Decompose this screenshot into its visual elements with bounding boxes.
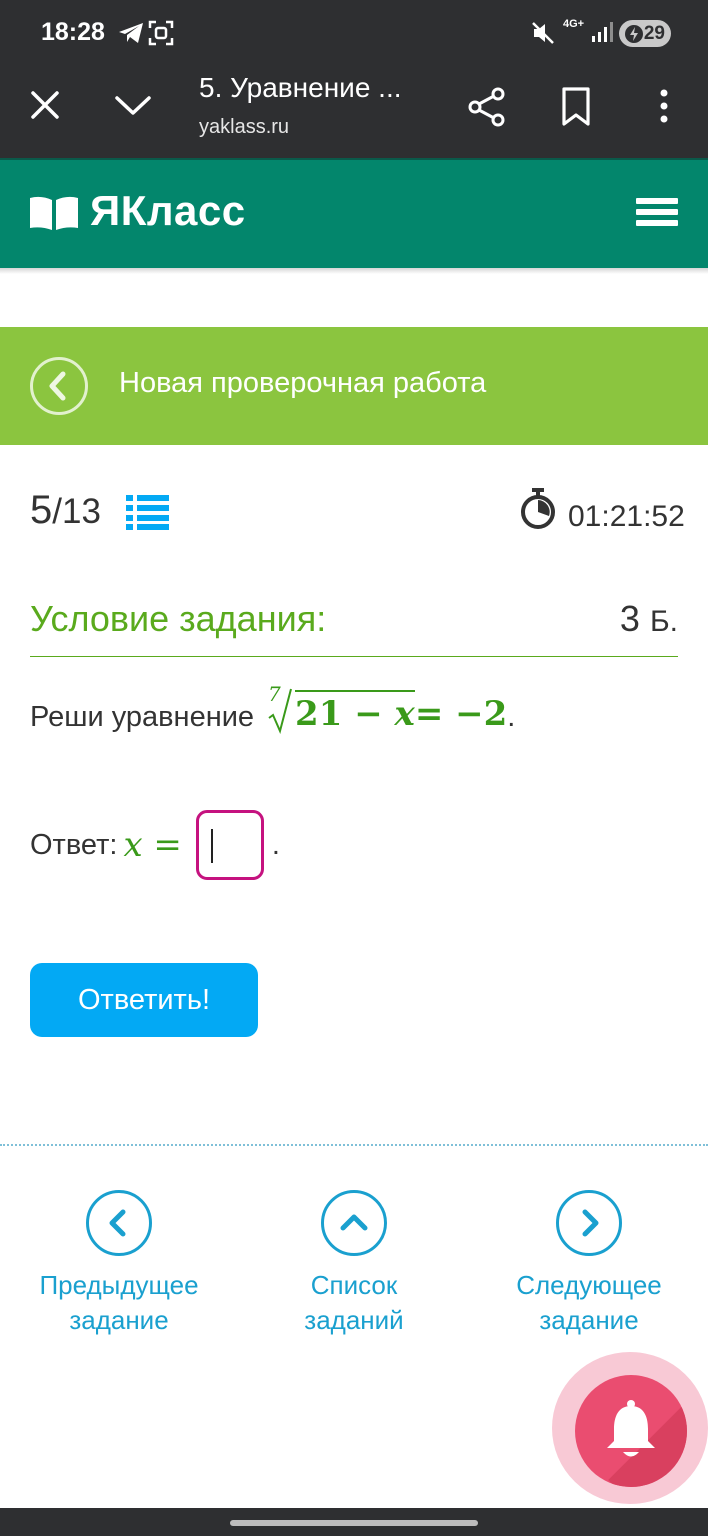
answer-row: Ответ: x = . <box>30 810 280 880</box>
more-vertical-icon[interactable] <box>650 86 678 128</box>
battery-saver-icon <box>625 25 643 43</box>
hamburger-menu-icon[interactable] <box>636 198 678 232</box>
site-header: ЯКласс <box>0 158 708 268</box>
task-list-button[interactable] <box>321 1190 387 1256</box>
prev-task-link[interactable]: Предыдущее задание <box>19 1190 219 1338</box>
gesture-bar <box>0 1508 708 1536</box>
share-icon[interactable] <box>466 86 508 128</box>
network-label: 4G+ <box>563 18 585 30</box>
telegram-icon <box>119 23 143 43</box>
condition-heading: Условие задания: <box>30 598 327 639</box>
task-current: 5 <box>30 488 53 532</box>
answer-label: Ответ: <box>30 828 118 861</box>
submit-answer-button[interactable]: Ответить! <box>30 963 258 1037</box>
timer-value: 01:21:52 <box>568 500 685 533</box>
chevron-left-icon <box>49 371 66 401</box>
task-total: 13 <box>61 492 101 531</box>
battery-level: 29 <box>643 22 665 44</box>
home-gesture-handle[interactable] <box>230 1520 478 1526</box>
equation-formula: 7 21 − x = −2 <box>264 682 508 734</box>
prev-task-button[interactable] <box>86 1190 152 1256</box>
status-time: 18:28 <box>41 18 105 46</box>
equation-rhs: = −2 <box>414 694 508 734</box>
dotted-divider <box>0 1144 708 1146</box>
task-suffix: . <box>507 701 516 733</box>
back-button[interactable] <box>30 357 88 415</box>
stopwatch-icon <box>521 488 555 529</box>
prev-task-label[interactable]: Предыдущее <box>39 1270 198 1300</box>
task-list-link[interactable]: Список заданий <box>254 1190 454 1338</box>
answer-input[interactable] <box>195 810 264 880</box>
task-prefix: Реши уравнение <box>30 701 255 733</box>
header-shadow <box>0 268 708 274</box>
prev-task-label-2[interactable]: задание <box>69 1305 168 1335</box>
close-icon[interactable] <box>26 86 64 124</box>
page-url[interactable]: yaklass.ru <box>199 116 289 139</box>
task-list-label[interactable]: Список <box>311 1270 398 1300</box>
chevron-up-icon <box>340 1214 368 1231</box>
signal-icon <box>592 22 613 42</box>
notification-button[interactable] <box>575 1375 687 1487</box>
bookmark-icon[interactable] <box>560 86 592 128</box>
answer-suffix: . <box>271 828 280 861</box>
mute-icon <box>532 22 554 44</box>
status-bar: 18:28 4G+ 29 <box>0 0 708 66</box>
next-task-button[interactable] <box>556 1190 622 1256</box>
site-logo[interactable]: ЯКласс <box>90 187 246 235</box>
task-counter: 5/13 <box>30 488 101 532</box>
radicand: 21 − x <box>295 690 415 734</box>
points-value: 3 Б. <box>619 598 678 639</box>
next-task-label-2[interactable]: задание <box>539 1305 638 1335</box>
next-task-link[interactable]: Следующее задание <box>489 1190 689 1338</box>
next-task-label[interactable]: Следующее <box>516 1270 662 1300</box>
test-banner: Новая проверочная работа <box>0 327 708 445</box>
page-title[interactable]: 5. Уравнение ... <box>199 72 402 104</box>
chevron-left-icon <box>109 1209 126 1237</box>
condition-divider <box>30 656 678 657</box>
text-cursor <box>210 829 213 863</box>
answer-variable: x = <box>123 825 182 865</box>
task-list-label-2[interactable]: заданий <box>304 1305 403 1335</box>
bell-icon <box>607 1400 655 1457</box>
task-statement: Реши уравнение 7 21 − x = −2 . <box>30 682 516 734</box>
chevron-right-icon <box>582 1209 599 1237</box>
chevron-down-icon[interactable] <box>112 86 154 124</box>
root-index: 7 <box>268 682 281 706</box>
open-book-icon[interactable] <box>29 195 79 231</box>
battery-indicator: 29 <box>619 20 671 47</box>
screenshot-icon <box>148 20 174 46</box>
list-icon[interactable] <box>126 494 170 530</box>
banner-title[interactable]: Новая проверочная работа <box>119 367 486 400</box>
browser-toolbar: 5. Уравнение ... yaklass.ru <box>0 66 708 158</box>
